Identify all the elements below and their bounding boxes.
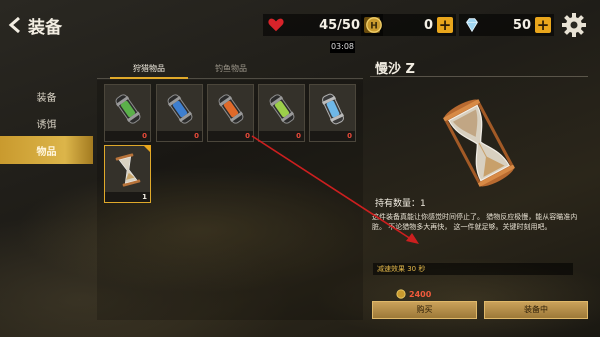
item-title: 慢沙 Z [375,62,415,77]
coin-icon: H [366,17,382,33]
title-divider [370,76,588,77]
hourglass-icon [443,99,515,187]
heart-icon [268,18,284,32]
add-coins-button[interactable]: + [437,17,453,33]
hearts-value: 45/50 [319,17,360,33]
selected-corner-marker [143,145,151,153]
sidebar-item-bait[interactable]: 诱饵 [0,109,93,137]
coins-counter: H 0 + [361,14,456,36]
gems-value: 50 [512,17,531,33]
item-count: 0 [347,132,352,140]
cyan-capsule-icon [322,93,344,125]
add-gems-button[interactable]: + [535,17,551,33]
gems-counter: 50 + [459,14,554,36]
blue-capsule-icon [167,94,193,124]
item-slot-selected[interactable]: 1 [104,145,151,203]
effect-label: 减速效果 30 秒 [373,263,573,275]
owned-quantity: 持有数量：1 [375,199,426,209]
coin-icon [396,289,406,299]
item-description: 这件装备真能让你感觉时间停止了。 猎物反应极慢，能从容瞄准内脏。 不论猎物多大再… [372,213,578,231]
item-count: 0 [194,132,199,140]
item-count: 1 [142,193,147,201]
hourglass-icon [115,153,141,187]
tab-fishing-items[interactable]: 钓鱼物品 [196,62,266,76]
tab-active-indicator [110,77,188,79]
item-slot[interactable]: 0 [207,84,254,142]
equip-button[interactable]: 装备中 [484,301,588,319]
price-tag: 2400 [396,287,486,301]
item-slot[interactable]: 0 [156,84,203,142]
sidebar-item-equipment[interactable]: 装备 [0,82,93,110]
coins-value: 0 [423,17,433,33]
item-slot[interactable]: 0 [309,84,356,142]
page-title: 装备 [28,17,62,38]
chevron-left-icon [8,17,20,33]
item-count: 0 [142,132,147,140]
orange-capsule-icon [218,94,244,124]
price-value: 2400 [409,289,432,299]
item-slot[interactable]: 0 [258,84,305,142]
lime-capsule-icon [269,94,295,124]
timer-label: 03:08 [330,41,355,53]
item-count: 0 [245,132,250,140]
item-count: 0 [296,132,301,140]
gear-icon[interactable] [561,12,587,38]
sidebar-item-items[interactable]: 物品 [0,136,93,164]
buy-button[interactable]: 购买 [372,301,477,319]
item-slot[interactable]: 0 [104,84,151,142]
green-capsule-icon [115,94,141,124]
back-button[interactable]: 装备 [8,12,78,38]
svg-text:H: H [370,22,378,32]
tab-hunting-items[interactable]: 狩猎物品 [110,62,188,76]
diamond-icon [466,18,478,33]
